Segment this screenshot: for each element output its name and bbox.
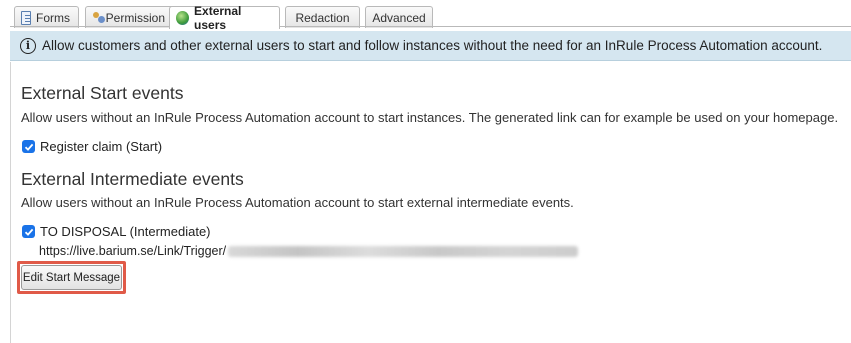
intermediate-event-item[interactable]: TO DISPOSAL (Intermediate) [22,224,211,239]
intermediate-events-heading: External Intermediate events [21,169,244,189]
tab-label: Forms [36,10,70,25]
edit-start-message-button[interactable]: Edit Start Message [21,265,122,290]
external-users-panel: External Start events Allow users withou… [10,62,851,343]
permission-icon [92,11,105,25]
globe-icon [176,11,190,25]
tab-advanced[interactable]: Advanced [365,6,433,28]
start-event-label: Register claim (Start) [40,139,163,154]
banner-text: Allow customers and other external users… [42,38,823,53]
tab-label: Redaction [295,10,350,25]
start-events-heading: External Start events [21,83,184,103]
tab-forms[interactable]: Forms [14,6,79,28]
intermediate-event-label: TO DISPOSAL (Intermediate) [40,224,211,239]
tab-label: Advanced [372,10,426,25]
intermediate-events-description: Allow users without an InRule Process Au… [21,195,574,210]
info-banner: i Allow customers and other external use… [10,31,851,61]
tab-label: Permission [105,10,165,25]
tab-bar: Forms Permission External users Redactio… [10,0,851,32]
trigger-url: https://live.barium.se/Link/Trigger/ [39,244,227,258]
info-icon: i [20,37,36,54]
trigger-link[interactable]: https://live.barium.se/Link/Trigger/ [39,244,579,258]
forms-icon [21,10,31,25]
tab-label: External users [194,4,242,32]
tab-permission[interactable]: Permission [85,6,174,28]
tab-external-users[interactable]: External users [169,4,280,32]
tab-redaction[interactable]: Redaction [285,6,360,28]
checkbox[interactable] [22,140,35,153]
start-event-item[interactable]: Register claim (Start) [22,139,162,154]
checkbox[interactable] [22,225,35,238]
redacted-url-token [228,245,579,257]
start-events-description: Allow users without an InRule Process Au… [21,110,839,125]
